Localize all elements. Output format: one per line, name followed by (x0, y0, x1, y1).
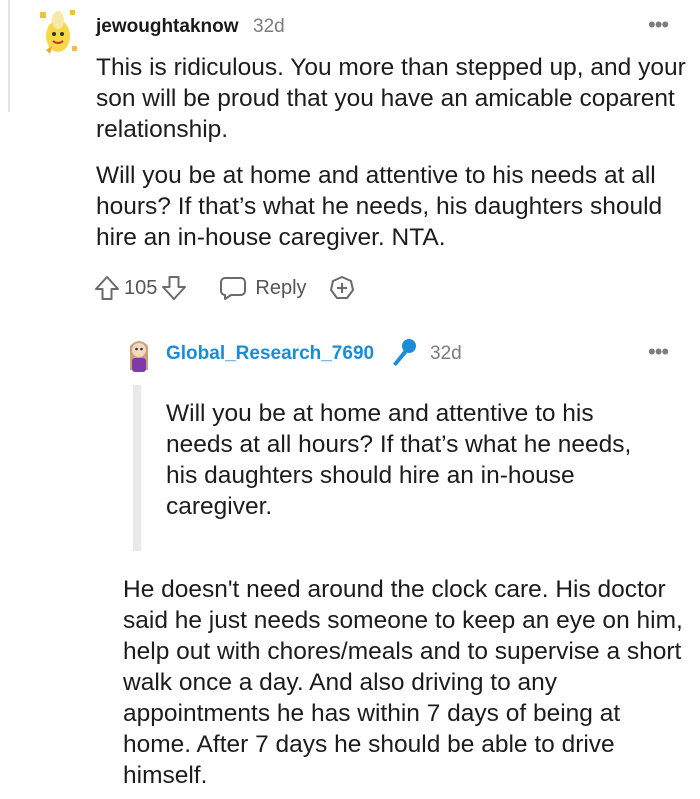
thread-line[interactable] (8, 0, 10, 112)
blockquote-bar (133, 385, 141, 551)
blockquote-text: Will you be at home and attentive to his… (166, 400, 632, 520)
reply-username[interactable]: Global_Research_7690 (166, 343, 374, 365)
downvote-arrow-icon[interactable] (161, 274, 187, 302)
comment-timestamp: 32d (253, 16, 285, 37)
reply-button[interactable]: Reply (219, 275, 307, 301)
user-avatar[interactable] (36, 6, 80, 56)
comment-action-bar: 105 Reply (94, 272, 355, 304)
microphone-icon (393, 339, 416, 366)
reply-more-options-icon[interactable]: ••• (648, 341, 669, 363)
comment-paragraph-1: This is ridiculous. You more than steppe… (96, 54, 686, 143)
comment-username[interactable]: jewoughtaknow (96, 16, 239, 38)
speech-bubble-icon (220, 277, 247, 300)
vote-score: 105 (124, 276, 158, 299)
add-award-icon[interactable] (329, 275, 355, 301)
reply-paragraph: He doesn't need around the clock care. H… (123, 576, 683, 789)
more-options-icon[interactable]: ••• (648, 14, 669, 36)
reply-timestamp: 32d (430, 343, 462, 364)
reply-label: Reply (255, 276, 307, 299)
upvote-arrow-icon[interactable] (94, 274, 120, 302)
reply-user-avatar[interactable] (126, 336, 152, 374)
comment-paragraph-2: Will you be at home and attentive to his… (96, 162, 663, 251)
